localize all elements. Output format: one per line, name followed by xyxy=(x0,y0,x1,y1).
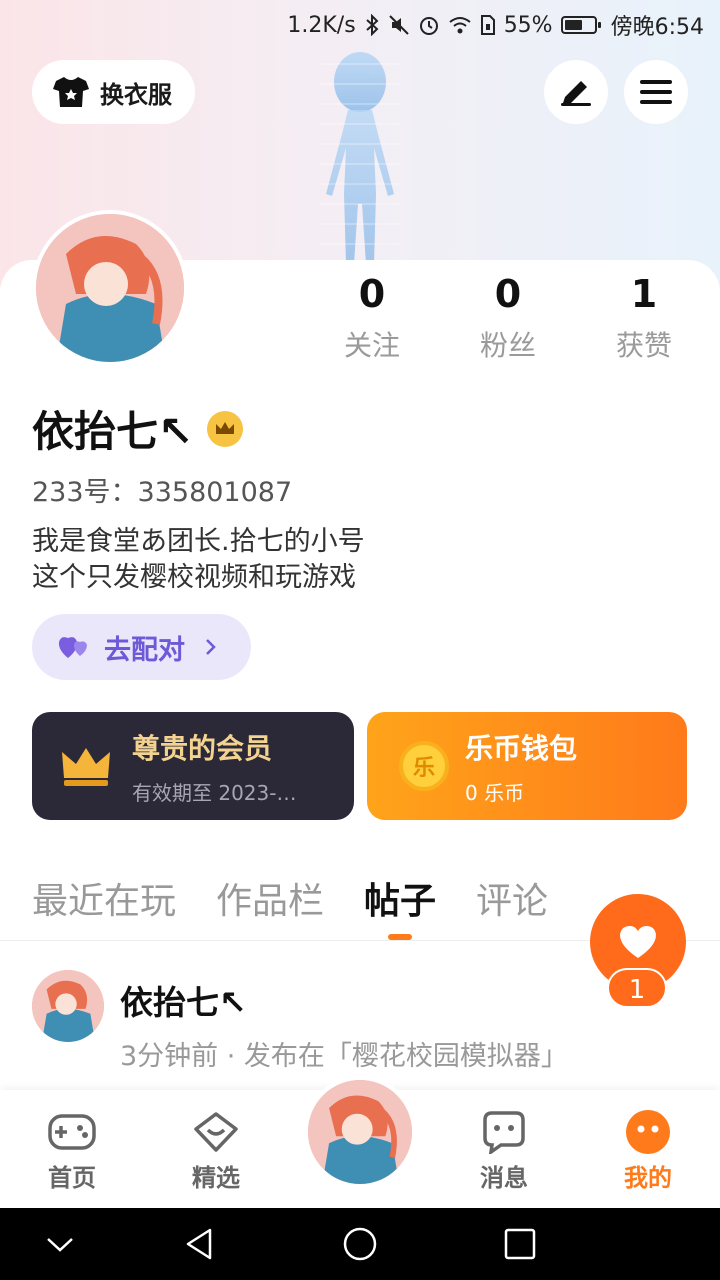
profile-tabs: 最近在玩 作品栏 帖子 评论 xyxy=(32,872,548,924)
system-navigation-bar xyxy=(0,1208,720,1280)
post-meta: 3分钟前 · 发布在「樱花校园模拟器」 xyxy=(120,1041,568,1072)
tab-works[interactable]: 作品栏 xyxy=(216,872,324,924)
coin-wallet-card[interactable]: 乐 乐币钱包 0 乐币 xyxy=(367,712,687,820)
match-label: 去配对 xyxy=(104,634,185,666)
nav-label: 精选 xyxy=(192,1164,240,1192)
net-speed: 1.2K/s xyxy=(287,12,356,38)
post-author-avatar[interactable] xyxy=(32,970,104,1042)
profile-dots-icon xyxy=(593,1106,703,1158)
stat-likes[interactable]: 1 获赞 xyxy=(576,270,712,364)
stat-followers[interactable]: 0 粉丝 xyxy=(440,270,576,364)
nav-featured[interactable]: 精选 xyxy=(161,1106,271,1193)
collapse-icon[interactable] xyxy=(42,1226,78,1262)
tab-comments[interactable]: 评论 xyxy=(476,872,548,924)
bio-line: 我是食堂あ团长.拾七的小号 xyxy=(32,526,365,557)
bio-line: 这个只发樱校视频和玩游戏 xyxy=(32,562,356,593)
stat-value: 1 xyxy=(630,272,658,316)
profile-avatar[interactable] xyxy=(32,210,188,366)
status-bar: 1.2K/s 55% 傍晚6:54 xyxy=(0,0,720,50)
recents-icon[interactable] xyxy=(502,1226,538,1262)
nav-center-avatar-button[interactable] xyxy=(304,1076,416,1188)
gamepad-icon xyxy=(17,1106,127,1158)
double-heart-icon xyxy=(58,634,92,660)
tab-posts[interactable]: 帖子 xyxy=(364,872,436,924)
stat-following[interactable]: 0 关注 xyxy=(304,270,440,364)
edit-button[interactable] xyxy=(544,60,608,124)
heart-icon xyxy=(618,924,658,960)
nav-label: 消息 xyxy=(480,1164,528,1192)
change-outfit-label: 换衣服 xyxy=(100,80,172,109)
nav-messages[interactable]: 消息 xyxy=(449,1106,559,1193)
sim-icon xyxy=(480,14,496,36)
nav-profile[interactable]: 我的 xyxy=(593,1106,703,1193)
wallet-title: 乐币钱包 xyxy=(465,731,578,765)
wifi-icon xyxy=(448,15,472,35)
mute-icon xyxy=(388,14,410,36)
battery-percent: 55% xyxy=(503,12,553,38)
chevron-right-icon xyxy=(205,637,217,657)
post-author-name[interactable]: 依抬七↖ xyxy=(120,976,247,1024)
menu-icon xyxy=(640,79,672,105)
shirt-icon xyxy=(52,75,90,109)
alarm-icon xyxy=(418,14,440,36)
vip-membership-card[interactable]: 尊贵的会员 有效期至 2023-… xyxy=(32,712,354,820)
home-circle-icon[interactable] xyxy=(342,1226,378,1262)
stat-label: 关注 xyxy=(343,329,400,362)
like-count-badge: 1 xyxy=(607,968,667,1008)
crown-badge-icon[interactable] xyxy=(207,410,244,447)
crown-icon xyxy=(60,744,112,788)
vip-title: 尊贵的会员 xyxy=(132,731,273,765)
stat-value: 0 xyxy=(494,272,522,316)
profile-stats: 0 关注 0 粉丝 1 获赞 xyxy=(304,270,712,364)
bluetooth-icon xyxy=(364,14,380,36)
menu-button[interactable] xyxy=(624,60,688,124)
nav-label: 首页 xyxy=(48,1164,96,1192)
tab-recent-played[interactable]: 最近在玩 xyxy=(32,872,176,924)
battery-icon xyxy=(560,16,601,34)
match-button[interactable]: 去配对 xyxy=(32,614,251,680)
username: 依抬七↖ xyxy=(32,407,194,456)
change-outfit-button[interactable]: 换衣服 xyxy=(32,60,195,124)
coin-icon: 乐 xyxy=(399,741,449,791)
back-icon[interactable] xyxy=(182,1226,218,1262)
stat-label: 获赞 xyxy=(615,329,672,362)
message-icon xyxy=(449,1106,559,1158)
nav-home[interactable]: 首页 xyxy=(17,1106,127,1193)
wallet-balance: 0 乐币 xyxy=(465,780,525,805)
stat-label: 粉丝 xyxy=(479,329,536,362)
heart-box-icon xyxy=(161,1106,271,1158)
bio: 我是食堂あ团长.拾七的小号 这个只发樱校视频和玩游戏 xyxy=(32,524,365,596)
nav-label: 我的 xyxy=(624,1164,672,1192)
stat-value: 0 xyxy=(358,272,386,316)
edit-icon xyxy=(559,77,593,107)
character-hologram[interactable] xyxy=(290,44,430,264)
user-id: 233号：335801087 xyxy=(32,477,293,508)
clock: 傍晚6:54 xyxy=(610,15,704,40)
vip-expiry: 有效期至 2023-… xyxy=(132,780,297,805)
username-row: 依抬七↖ xyxy=(32,398,244,459)
